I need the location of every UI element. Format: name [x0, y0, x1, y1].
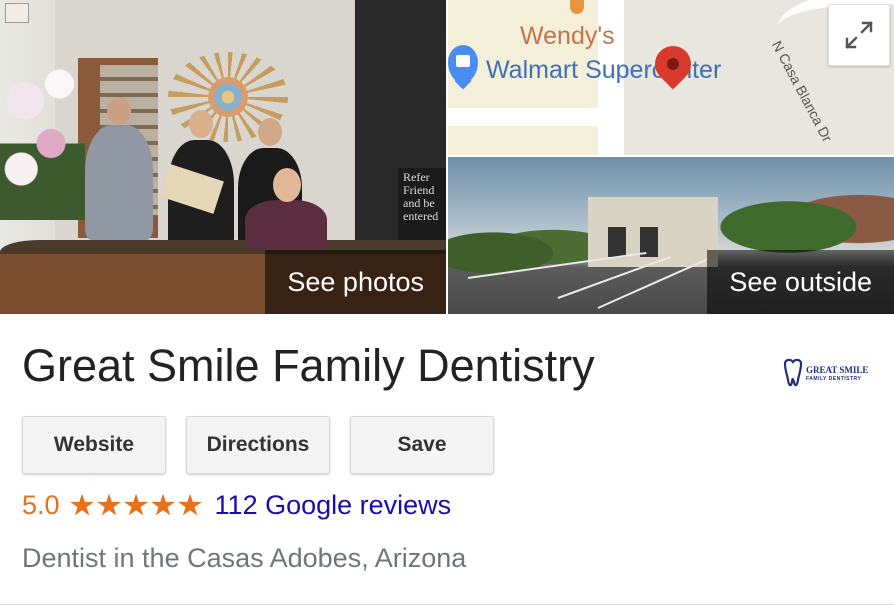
- business-name: Great Smile Family Dentistry: [22, 340, 595, 391]
- website-button[interactable]: Website: [22, 416, 166, 474]
- star-icon: [124, 493, 149, 516]
- save-button[interactable]: Save: [350, 416, 494, 474]
- see-photos-button[interactable]: See photos: [265, 250, 446, 314]
- picture-frame: [5, 3, 29, 23]
- staff-person: [245, 168, 327, 250]
- map-poi-label: Wendy's: [520, 22, 615, 50]
- tooth-logo-icon: [783, 358, 803, 387]
- logo-tagline-text: FAMILY DENTISTRY: [806, 376, 862, 382]
- divider: [0, 604, 894, 605]
- action-buttons: Website Directions Save: [22, 416, 494, 474]
- reviews-link[interactable]: 112 Google reviews: [215, 490, 452, 521]
- expand-map-button[interactable]: [828, 4, 890, 66]
- wendys-pin-icon: [570, 0, 584, 14]
- orchid-flowers: [0, 50, 85, 220]
- business-category: Dentist in the Casas Adobes, Arizona: [22, 543, 467, 573]
- map-thumbnail[interactable]: Wendy's Walmart Supercenter N Casa Blanc…: [448, 0, 894, 155]
- see-outside-button[interactable]: See outside: [707, 250, 894, 314]
- staff-person: [85, 97, 153, 240]
- chalkboard-sign: Refer Friend and be entered: [398, 168, 446, 248]
- rating-row: 5.0 112 Google reviews: [22, 490, 451, 521]
- logo-brand-text: GREAT SMILE: [806, 365, 869, 375]
- star-icon: [97, 493, 122, 516]
- star-rating: [70, 493, 203, 518]
- rating-value: 5.0: [22, 490, 60, 520]
- directions-button[interactable]: Directions: [186, 416, 330, 474]
- outside-photo[interactable]: See outside: [448, 157, 894, 314]
- interior-photo[interactable]: Refer Friend and be entered See photos: [0, 0, 446, 314]
- expand-icon: [845, 21, 873, 49]
- star-icon: [178, 493, 203, 516]
- business-logo: GREAT SMILE FAMILY DENTISTRY: [780, 356, 872, 396]
- star-icon: [151, 493, 176, 516]
- photo-strip: Refer Friend and be entered See photos W…: [0, 0, 894, 314]
- star-icon: [70, 493, 95, 516]
